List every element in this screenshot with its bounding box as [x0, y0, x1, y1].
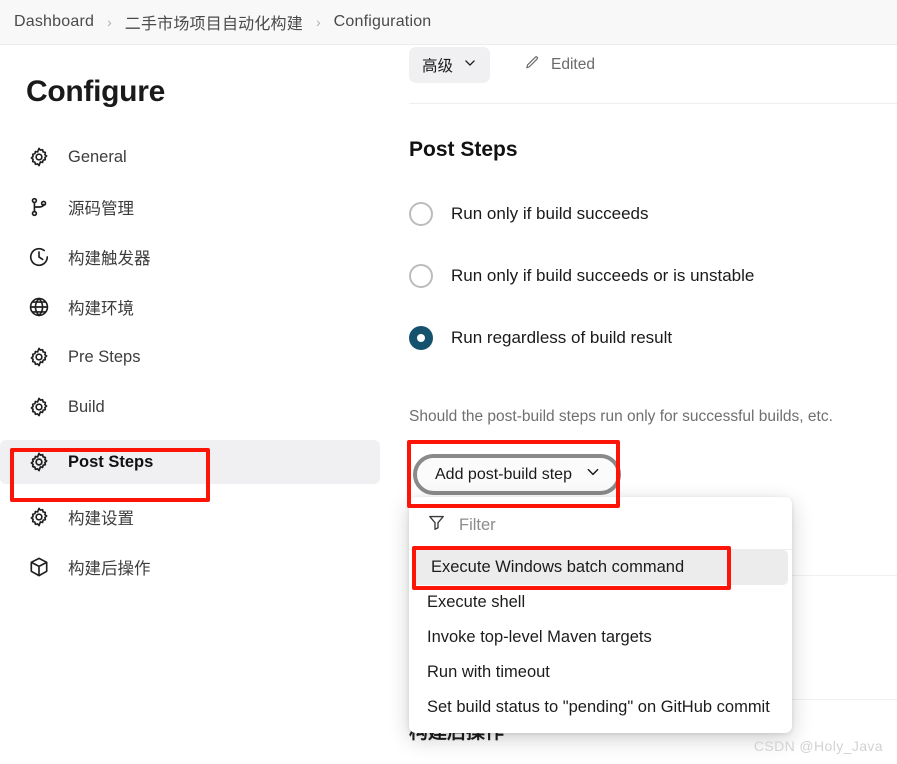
sidebar-item-label: 源码管理 [68, 200, 134, 218]
radio-indicator[interactable] [409, 202, 433, 226]
breadcrumb-item-dashboard[interactable]: Dashboard [14, 13, 94, 31]
sidebar-item-label: 构建后操作 [68, 560, 151, 578]
radio-option-succeeds-or-unstable[interactable]: Run only if build succeeds or is unstabl… [409, 264, 897, 288]
breadcrumb-item-configuration[interactable]: Configuration [334, 13, 432, 31]
filter-row[interactable]: Filter [409, 503, 792, 550]
sidebar-item-general[interactable]: General [0, 140, 390, 174]
sidebar-item-build-triggers[interactable]: 构建触发器 [0, 240, 390, 274]
radio-label: Run regardless of build result [451, 328, 673, 347]
add-step-dropdown-menu: Filter Execute Windows batch command Exe… [409, 497, 792, 733]
add-post-build-step-button[interactable]: Add post-build step [413, 454, 621, 495]
radio-label: Run only if build succeeds or is unstabl… [451, 266, 755, 285]
dropdown-item-set-build-status-github[interactable]: Set build status to "pending" on GitHub … [409, 690, 792, 725]
section-heading: Post Steps [409, 138, 518, 161]
sidebar-item-label: General [68, 147, 127, 166]
sidebar: Configure General 源码管理 构建触发器 构建环境 Pre St… [0, 45, 390, 764]
radio-indicator[interactable] [409, 264, 433, 288]
sidebar-item-label: Build [68, 397, 105, 416]
sidebar-item-label: 构建环境 [68, 300, 134, 318]
main-content: 高级 Edited Post Steps Run only if build s… [409, 45, 897, 764]
edited-status: Edited [524, 54, 595, 76]
package-icon [26, 554, 52, 580]
breadcrumb-separator: › [107, 14, 112, 30]
dropdown-item-execute-windows-batch-command[interactable]: Execute Windows batch command [413, 550, 788, 585]
funnel-icon [427, 513, 446, 537]
add-post-build-step-label: Add post-build step [435, 465, 572, 483]
globe-icon [26, 294, 52, 320]
page-title: Configure [26, 75, 165, 108]
edited-label: Edited [551, 56, 595, 73]
post-steps-radio-group: Run only if build succeeds Run only if b… [409, 202, 897, 388]
gear-icon [26, 504, 52, 530]
dropdown-item-execute-shell[interactable]: Execute shell [409, 585, 792, 620]
section-divider [409, 103, 897, 104]
sidebar-item-label: 构建触发器 [68, 250, 151, 268]
sidebar-item-post-steps[interactable]: Post Steps [0, 440, 380, 484]
toolbar-row: 高级 Edited [409, 45, 595, 85]
chevron-down-icon [463, 56, 477, 75]
watermark: CSDN @Holy_Java [753, 738, 883, 754]
gear-icon [26, 394, 52, 420]
chevron-down-icon [585, 464, 601, 485]
sidebar-item-label: Post Steps [68, 452, 154, 471]
sidebar-item-build[interactable]: Build [0, 390, 390, 424]
gear-icon [26, 344, 52, 370]
radio-indicator[interactable] [409, 326, 433, 350]
clock-icon [26, 244, 52, 270]
gear-icon [26, 449, 52, 475]
sidebar-item-post-build-actions[interactable]: 构建后操作 [0, 550, 390, 584]
advanced-dropdown-button[interactable]: 高级 [409, 47, 491, 83]
breadcrumb-separator: › [315, 14, 321, 30]
filter-input[interactable]: Filter [459, 516, 496, 535]
sidebar-nav: General 源码管理 构建触发器 构建环境 Pre Steps Build … [0, 140, 390, 600]
sidebar-item-pre-steps[interactable]: Pre Steps [0, 340, 390, 374]
breadcrumb-item-project[interactable]: 二手市场项目自动化构建 [125, 10, 303, 34]
radio-label: Run only if build succeeds [451, 204, 649, 223]
radio-option-succeeds[interactable]: Run only if build succeeds [409, 202, 897, 226]
helper-text: Should the post-build steps run only for… [409, 408, 833, 425]
git-branch-icon [26, 194, 52, 220]
sidebar-item-label: Pre Steps [68, 347, 141, 366]
breadcrumb: Dashboard › 二手市场项目自动化构建 › Configuration [0, 0, 897, 45]
sidebar-item-source-control[interactable]: 源码管理 [0, 190, 390, 224]
dropdown-item-invoke-maven-targets[interactable]: Invoke top-level Maven targets [409, 620, 792, 655]
app-root: Dashboard › 二手市场项目自动化构建 › Configuration … [0, 0, 897, 764]
sidebar-item-build-settings[interactable]: 构建设置 [0, 500, 390, 534]
sidebar-item-label: 构建设置 [68, 510, 134, 528]
gear-icon [26, 144, 52, 170]
radio-option-regardless[interactable]: Run regardless of build result [409, 326, 897, 350]
pencil-icon [524, 54, 541, 76]
add-step-button-wrap: Add post-build step [413, 454, 621, 495]
advanced-button-label: 高级 [422, 58, 454, 75]
sidebar-item-build-environment[interactable]: 构建环境 [0, 290, 390, 324]
dropdown-item-run-with-timeout[interactable]: Run with timeout [409, 655, 792, 690]
